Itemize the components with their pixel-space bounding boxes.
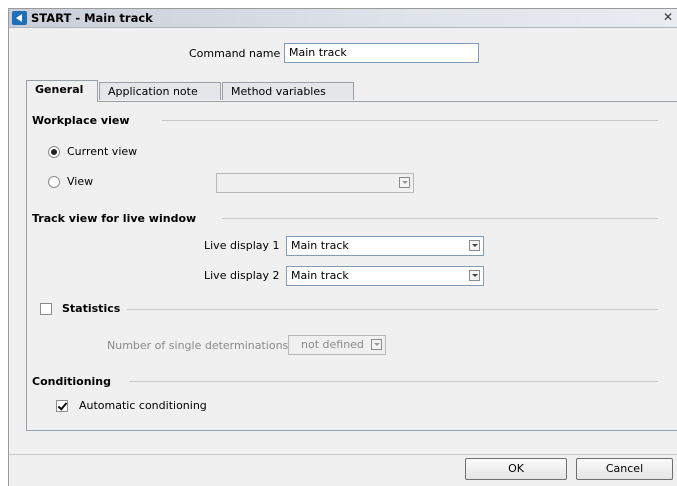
command-name-label: Command name	[189, 47, 281, 60]
determinations-select: not defined	[288, 335, 386, 355]
statistics-checkbox[interactable]	[40, 303, 52, 315]
title-bar[interactable]: START - Main track ✕	[9, 9, 677, 28]
statistics-title: Statistics	[62, 302, 127, 315]
view-select	[216, 173, 414, 193]
track-view-divider	[222, 218, 658, 219]
statistics-divider	[127, 309, 658, 310]
chevron-down-icon[interactable]	[469, 240, 480, 251]
chevron-down-icon	[371, 339, 382, 350]
view-label: View	[67, 175, 94, 188]
automatic-conditioning-checkbox[interactable]	[56, 400, 68, 412]
chevron-down-icon[interactable]	[469, 270, 480, 281]
live-display-2-value: Main track	[291, 269, 349, 282]
workplace-view-title: Workplace view	[32, 114, 136, 127]
workplace-divider	[162, 120, 658, 121]
track-view-title: Track view for live window	[32, 212, 203, 225]
current-view-radio[interactable]	[48, 146, 60, 158]
live-display-1-select[interactable]: Main track	[286, 236, 484, 256]
general-panel: Workplace view Current view View Track v…	[26, 101, 677, 431]
app-logo-icon	[12, 11, 27, 25]
determinations-value: not defined	[301, 338, 364, 351]
dialog-window: START - Main track ✕ Command name Main t…	[8, 8, 677, 486]
live-display-2-select[interactable]: Main track	[286, 266, 484, 286]
command-name-input[interactable]: Main track	[284, 43, 479, 63]
tab-application-note[interactable]: Application note	[99, 82, 221, 100]
footer-divider	[9, 454, 677, 455]
close-icon[interactable]: ✕	[661, 10, 675, 25]
conditioning-divider	[129, 381, 658, 382]
tab-method-variables[interactable]: Method variables	[222, 82, 354, 100]
view-radio[interactable]	[48, 176, 60, 188]
current-view-label: Current view	[67, 145, 138, 158]
live-display-1-value: Main track	[291, 239, 349, 252]
chevron-down-icon	[399, 177, 410, 188]
automatic-conditioning-label: Automatic conditioning	[79, 399, 207, 412]
live-display-1-label: Live display 1	[204, 239, 280, 252]
cancel-button[interactable]: Cancel	[576, 458, 673, 480]
ok-button[interactable]: OK	[465, 458, 567, 480]
window-title: START - Main track	[31, 11, 153, 25]
determinations-label: Number of single determinations	[107, 339, 289, 352]
conditioning-title: Conditioning	[32, 375, 117, 388]
live-display-2-label: Live display 2	[204, 269, 280, 282]
tab-general[interactable]: General	[26, 80, 98, 102]
